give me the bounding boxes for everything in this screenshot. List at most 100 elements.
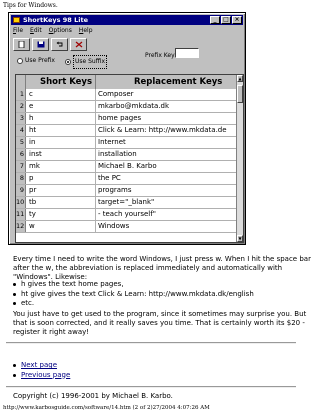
scroll-down-arrow-icon[interactable]: ▼ (237, 235, 243, 242)
replacement-cell[interactable]: Internet (96, 137, 238, 148)
closing-paragraph: You just have to get used to the program… (13, 310, 307, 336)
row-number: 8 (16, 173, 26, 184)
use-suffix-label: Use Suffix (73, 55, 108, 69)
menu-edit[interactable]: Edit (30, 26, 42, 35)
menu-help[interactable]: Help (79, 26, 93, 35)
short-key-cell[interactable]: tb (26, 197, 96, 208)
short-key-cell[interactable]: c (26, 89, 96, 100)
new-icon (18, 41, 25, 48)
page-navigation: Next page Previous page (12, 361, 70, 380)
delete-button[interactable] (70, 38, 87, 51)
row-number: 4 (16, 125, 26, 136)
close-button[interactable]: × (232, 16, 242, 24)
menu-file[interactable]: File (13, 26, 23, 35)
maximize-button[interactable]: □ (221, 16, 231, 24)
row-number: 10 (16, 197, 26, 208)
replacement-keys-header: Replacement Keys (134, 77, 223, 87)
replacement-cell[interactable]: home pages (96, 113, 238, 124)
short-key-cell[interactable]: mk (26, 161, 96, 172)
short-key-cell[interactable]: ty (26, 209, 96, 220)
app-icon (13, 17, 20, 23)
table-row[interactable]: 2 e mkarbo@mkdata.dk (16, 101, 238, 113)
table-row[interactable]: 5 in Internet (16, 137, 238, 149)
replacement-cell[interactable]: - teach yourself" (96, 209, 238, 220)
short-key-cell[interactable]: w (26, 221, 96, 232)
short-keys-header: Short Keys (26, 75, 96, 89)
short-key-cell[interactable]: in (26, 137, 96, 148)
radio-circle (17, 58, 23, 64)
row-number: 7 (16, 161, 26, 172)
scroll-up-arrow-icon[interactable]: ▲ (237, 75, 243, 82)
prefix-keys-label: Prefix Keys (145, 52, 178, 59)
radio-circle-selected (65, 59, 71, 65)
row-number: 5 (16, 137, 26, 148)
examples-list: h gives the text home pages, ht give giv… (12, 280, 254, 309)
short-key-cell[interactable]: pr (26, 185, 96, 196)
app-window: ShortKeys 98 Lite _ □ × File Edit Option… (8, 12, 246, 245)
title-bar: ShortKeys 98 Lite _ □ × (11, 15, 243, 25)
row-number: 9 (16, 185, 26, 196)
row-number: 6 (16, 149, 26, 160)
undo-button[interactable] (51, 38, 68, 51)
scroll-thumb[interactable] (237, 85, 243, 103)
minimize-button[interactable]: _ (210, 16, 220, 24)
short-key-cell[interactable]: ht (26, 125, 96, 136)
short-key-cell[interactable]: inst (26, 149, 96, 160)
grid-header: Short Keys Replacement Keys (16, 75, 238, 89)
copyright-notice: Copyright (c) 1996-2001 by Michael B. Ka… (13, 392, 173, 400)
replacement-cell[interactable]: installation (96, 149, 238, 160)
save-icon (37, 41, 45, 48)
save-button[interactable] (32, 38, 49, 51)
vertical-scrollbar[interactable]: ▲ ▼ (236, 75, 243, 242)
table-row[interactable]: 6 inst installation (16, 149, 238, 161)
replacement-cell[interactable]: target="_blank" (96, 197, 238, 208)
options-row: Use Prefix Use Suffix Prefix Keys (15, 48, 241, 69)
row-number: 3 (16, 113, 26, 124)
previous-page-link[interactable]: Previous page (21, 371, 70, 379)
table-row[interactable]: 10 tb target="_blank" (16, 197, 238, 209)
replacement-cell[interactable]: Windows (96, 221, 238, 232)
replacement-cell[interactable]: Composer (96, 89, 238, 100)
use-prefix-label: Use Prefix (25, 57, 55, 64)
next-page-link[interactable]: Next page (21, 361, 57, 369)
short-key-cell[interactable]: e (26, 101, 96, 112)
new-button[interactable] (13, 38, 30, 51)
short-key-cell[interactable]: h (26, 113, 96, 124)
use-suffix-radio[interactable]: Use Suffix (65, 55, 108, 69)
grid-rows: 1 c Composer 2 e mkarbo@mkdata.dk 3 h home pages… (16, 89, 238, 233)
row-number: 12 (16, 221, 26, 232)
list-item: etc. (12, 299, 254, 309)
page-footer: http://www.karbosguide.com/software/14.h… (3, 405, 210, 411)
row-number: 1 (16, 89, 26, 100)
window-title: ShortKeys 98 Lite (23, 16, 88, 24)
replacement-cell[interactable]: Click & Learn: http://www.mkdata.de (96, 125, 238, 136)
replacement-cell[interactable]: the PC (96, 173, 238, 184)
row-number: 11 (16, 209, 26, 220)
table-row[interactable]: 11 ty - teach yourself" (16, 209, 238, 221)
divider (6, 386, 296, 388)
row-number: 2 (16, 101, 26, 112)
table-row[interactable]: 7 mk Michael B. Karbo (16, 161, 238, 173)
menu-bar: File Edit Options Help (13, 26, 93, 35)
short-key-cell[interactable]: p (26, 173, 96, 184)
prefix-keys-input[interactable] (175, 48, 199, 58)
row-number-header (16, 75, 26, 89)
replacement-cell[interactable]: mkarbo@mkdata.dk (96, 101, 238, 112)
table-row[interactable]: 3 h home pages (16, 113, 238, 125)
table-row[interactable]: 1 c Composer (16, 89, 238, 101)
delete-icon (75, 41, 83, 48)
table-row[interactable]: 4 ht Click & Learn: http://www.mkdata.de (16, 125, 238, 137)
use-prefix-radio[interactable]: Use Prefix (17, 55, 55, 67)
intro-paragraph: Every time I need to write the word Wind… (13, 255, 311, 281)
shortkeys-grid: Short Keys Replacement Keys 1 c Composer 2 e… (15, 74, 244, 243)
table-row[interactable]: 12 w Windows (16, 221, 238, 233)
list-item: h gives the text home pages, (12, 280, 254, 290)
toolbar (13, 38, 87, 51)
nav-item: Previous page (12, 371, 70, 381)
menu-options[interactable]: Options (49, 26, 72, 35)
table-row[interactable]: 9 pr programs (16, 185, 238, 197)
replacement-cell[interactable]: Michael B. Karbo (96, 161, 238, 172)
nav-item: Next page (12, 361, 70, 371)
replacement-cell[interactable]: programs (96, 185, 238, 196)
table-row[interactable]: 8 p the PC (16, 173, 238, 185)
